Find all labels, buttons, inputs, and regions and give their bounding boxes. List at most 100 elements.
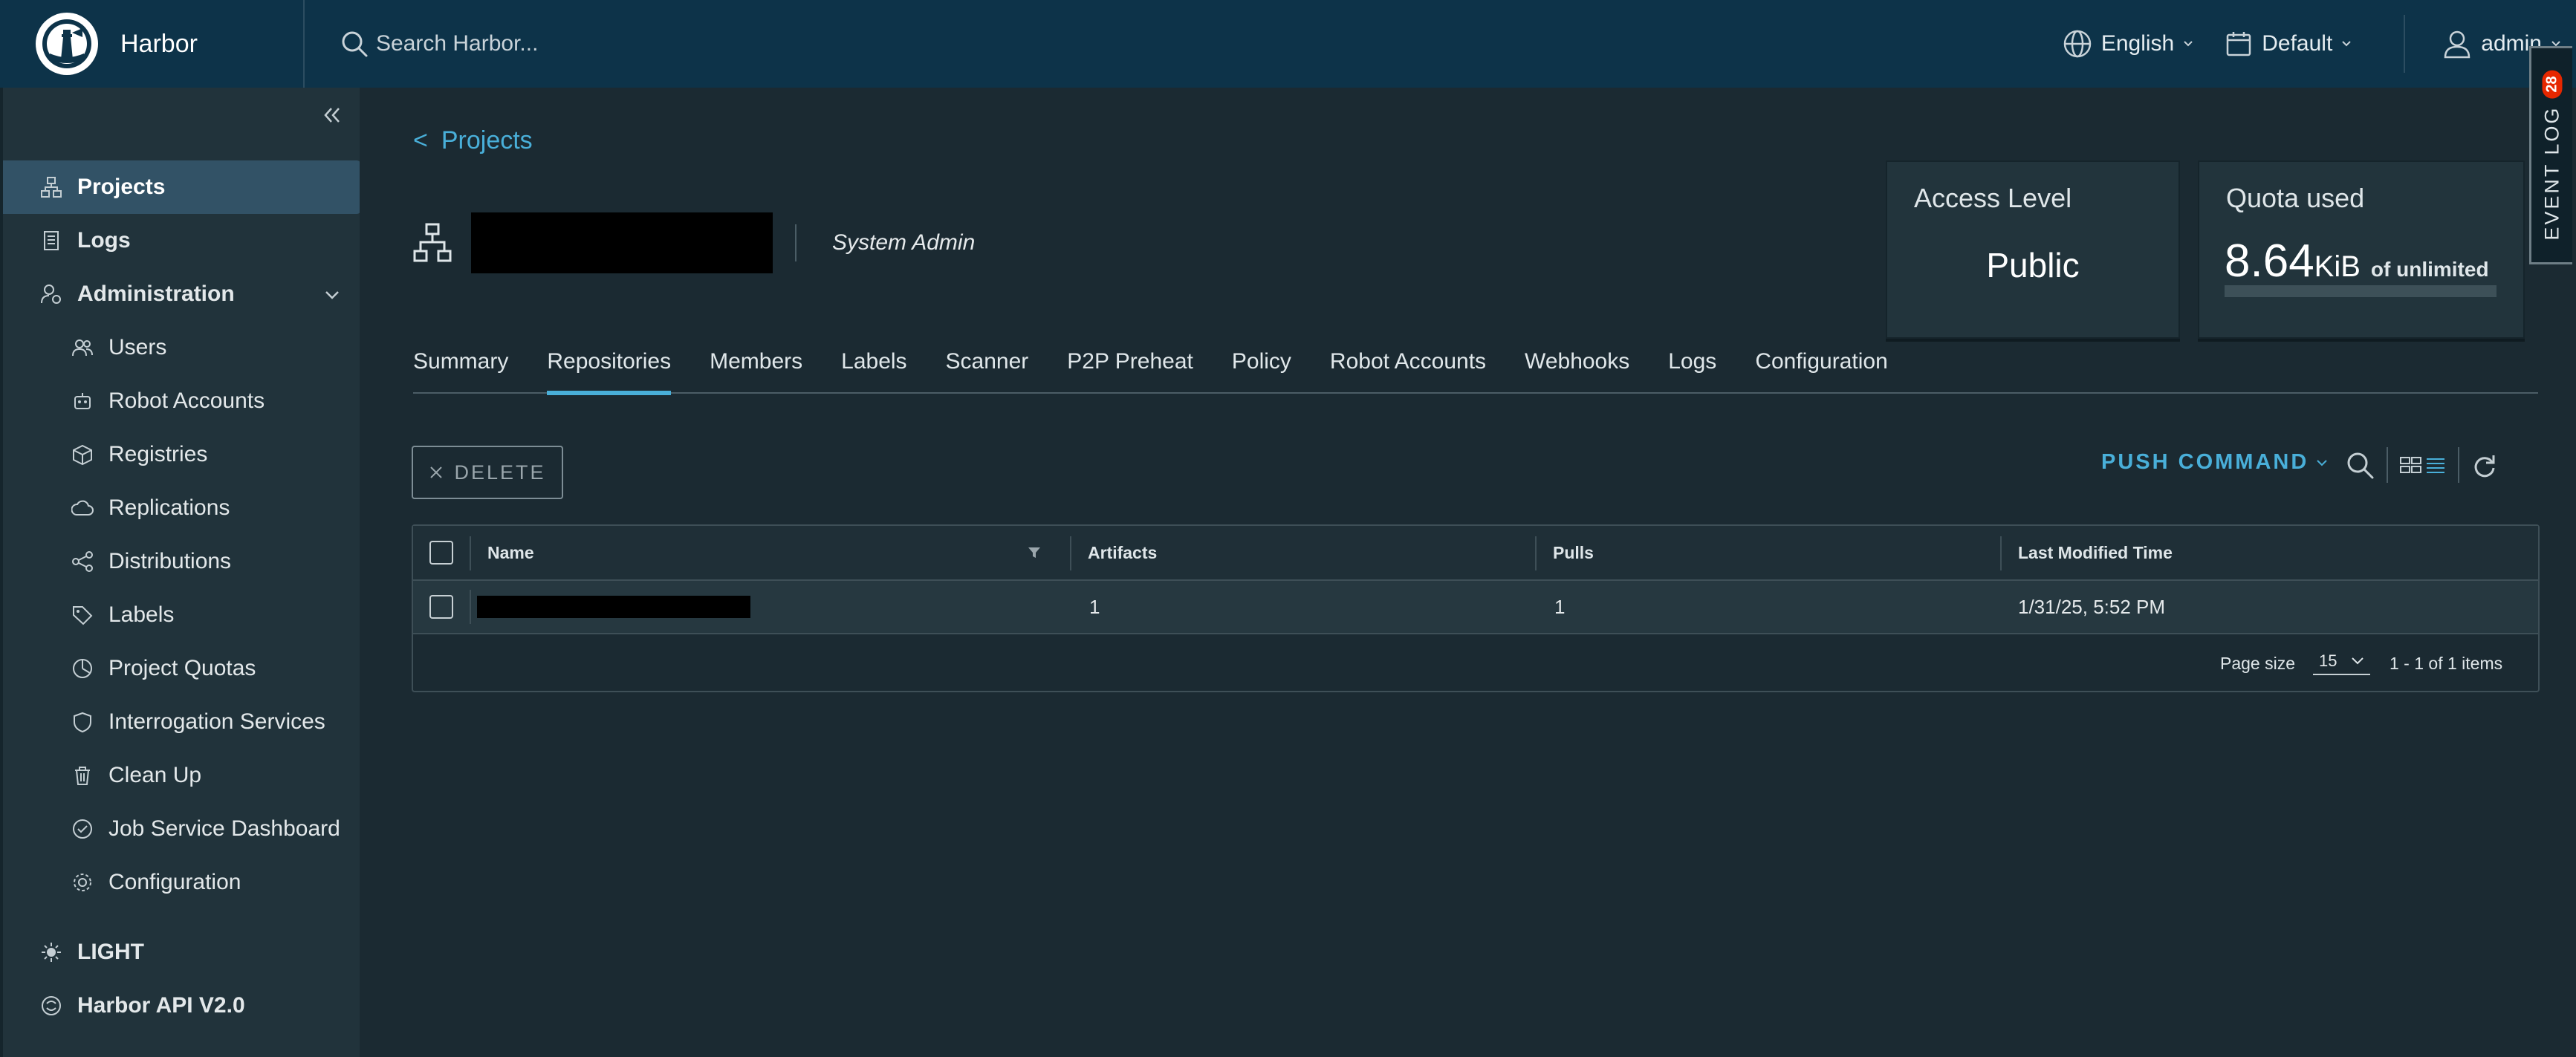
logs-icon xyxy=(40,230,62,252)
column-divider xyxy=(2000,536,2002,570)
sidebar-item-job-service-dashboard[interactable]: Job Service Dashboard xyxy=(3,802,361,856)
column-header-artifacts[interactable]: Artifacts xyxy=(1088,526,1157,579)
select-all-checkbox[interactable] xyxy=(429,526,453,579)
distributions-icon xyxy=(71,550,94,573)
filter-icon[interactable] xyxy=(1027,526,1042,579)
sidebar-item-label: Labels xyxy=(108,602,175,627)
sidebar-item-label: Configuration xyxy=(108,870,241,894)
column-divider xyxy=(470,536,471,570)
checkbox[interactable] xyxy=(429,541,453,565)
sidebar-item-projects[interactable]: Projects xyxy=(3,160,361,214)
theme-scope-selector[interactable]: Default xyxy=(2225,30,2352,58)
cell-artifacts: 1 xyxy=(1089,595,1100,618)
column-header-last-modified[interactable]: Last Modified Time xyxy=(2018,526,2173,579)
tab-robot-accounts[interactable]: Robot Accounts xyxy=(1330,349,1486,394)
api-link-label: Harbor API V2.0 xyxy=(77,993,245,1018)
push-command-button[interactable]: PUSH COMMAND xyxy=(2101,450,2328,475)
project-header: System Admin xyxy=(412,212,975,273)
push-command-label: PUSH COMMAND xyxy=(2101,450,2309,474)
quota-title: Quota used xyxy=(2226,183,2365,213)
sidebar: Projects Logs Administration Users Robot… xyxy=(0,88,361,1057)
tab-logs[interactable]: Logs xyxy=(1668,349,1716,394)
registries-icon xyxy=(71,443,94,466)
quota-number: 8.64 xyxy=(2225,235,2314,287)
tab-summary[interactable]: Summary xyxy=(413,349,508,394)
sidebar-item-interrogation-services[interactable]: Interrogation Services xyxy=(3,695,361,749)
sidebar-item-administration[interactable]: Administration xyxy=(3,267,361,321)
tab-p2p-preheat[interactable]: P2P Preheat xyxy=(1067,349,1193,394)
delete-button[interactable]: DELETE xyxy=(412,446,563,499)
page-size-select[interactable]: 15 xyxy=(2313,651,2370,675)
page-size-value: 15 xyxy=(2319,651,2337,670)
breadcrumb[interactable]: < Projects xyxy=(413,126,533,155)
card-view-icon[interactable] xyxy=(2400,456,2422,474)
tab-configuration[interactable]: Configuration xyxy=(1755,349,1887,394)
event-log-count-badge: 28 xyxy=(2542,70,2562,99)
api-icon xyxy=(40,995,62,1017)
sun-icon xyxy=(40,941,62,963)
list-view-icon[interactable] xyxy=(2425,456,2446,474)
top-header: Harbor Search Harbor... English Default xyxy=(0,0,2576,88)
table-row[interactable]: 1 1 1/31/25, 5:52 PM xyxy=(413,581,2538,634)
cell-last-modified: 1/31/25, 5:52 PM xyxy=(2018,595,2166,618)
language-selector[interactable]: English xyxy=(2063,29,2193,59)
search-icon[interactable] xyxy=(2345,450,2375,480)
sidebar-item-users[interactable]: Users xyxy=(3,321,361,374)
repository-name-link[interactable] xyxy=(477,581,750,633)
chevron-down-icon xyxy=(2183,39,2193,49)
tab-policy[interactable]: Policy xyxy=(1232,349,1291,394)
tab-scanner[interactable]: Scanner xyxy=(946,349,1029,394)
access-level-card: Access Level Public xyxy=(1886,160,2180,339)
delete-label: DELETE xyxy=(454,461,546,484)
page-size-label: Page size xyxy=(2220,653,2296,673)
sidebar-item-distributions[interactable]: Distributions xyxy=(3,535,361,588)
sidebar-item-label: Projects xyxy=(77,175,166,199)
sidebar-item-robot-accounts[interactable]: Robot Accounts xyxy=(3,374,361,428)
sidebar-item-label: Distributions xyxy=(108,549,232,573)
refresh-icon[interactable] xyxy=(2471,452,2498,478)
event-log-label: EVENT LOG xyxy=(2540,105,2563,241)
projects-icon xyxy=(40,176,62,198)
harbor-api-link[interactable]: Harbor API V2.0 xyxy=(3,979,361,1032)
project-icon xyxy=(412,222,453,264)
tab-members[interactable]: Members xyxy=(710,349,802,394)
theme-toggle-label: LIGHT xyxy=(77,940,144,964)
quota-card: Quota used 8.64 KiB of unlimited xyxy=(2198,160,2525,339)
column-header-pulls[interactable]: Pulls xyxy=(1553,526,1594,579)
sidebar-item-label: Interrogation Services xyxy=(108,709,325,734)
collapse-sidebar-icon[interactable] xyxy=(319,103,345,128)
column-header-name[interactable]: Name xyxy=(487,526,534,579)
search-input[interactable]: Search Harbor... xyxy=(376,31,538,56)
tab-repositories[interactable]: Repositories xyxy=(547,349,671,395)
quota-usage: 8.64 KiB of unlimited xyxy=(2225,235,2489,287)
tab-labels[interactable]: Labels xyxy=(841,349,906,394)
column-divider xyxy=(1535,536,1537,570)
sidebar-item-project-quotas[interactable]: Project Quotas xyxy=(3,642,361,695)
chevron-down-icon xyxy=(2316,457,2328,469)
app-name: Harbor xyxy=(120,29,198,58)
sidebar-item-clean-up[interactable]: Clean Up xyxy=(3,749,361,802)
global-search[interactable]: Search Harbor... xyxy=(340,22,1381,66)
cell-pulls: 1 xyxy=(1554,595,1566,618)
sidebar-item-configuration[interactable]: Configuration xyxy=(3,856,361,909)
quota-unit: KiB xyxy=(2314,250,2361,283)
brand[interactable]: Harbor xyxy=(0,0,305,88)
checkbox[interactable] xyxy=(429,595,453,619)
search-icon xyxy=(340,30,369,58)
sidebar-item-logs[interactable]: Logs xyxy=(3,214,361,267)
administration-icon xyxy=(40,283,62,305)
tab-webhooks[interactable]: Webhooks xyxy=(1525,349,1629,394)
access-level-value: Public xyxy=(1986,246,2080,284)
row-select[interactable] xyxy=(429,581,453,633)
theme-toggle[interactable]: LIGHT xyxy=(3,926,361,979)
sidebar-item-registries[interactable]: Registries xyxy=(3,428,361,481)
chevron-down-icon xyxy=(2351,656,2364,666)
breadcrumb-projects-link[interactable]: Projects xyxy=(441,126,533,155)
column-divider xyxy=(1070,536,1071,570)
sidebar-item-labels[interactable]: Labels xyxy=(3,588,361,642)
quota-limit: of unlimited xyxy=(2370,258,2489,281)
event-log-tab[interactable]: EVENT LOG 28 xyxy=(2529,46,2572,264)
robot-icon xyxy=(71,390,94,412)
sidebar-item-replications[interactable]: Replications xyxy=(3,481,361,535)
labels-icon xyxy=(71,604,94,626)
